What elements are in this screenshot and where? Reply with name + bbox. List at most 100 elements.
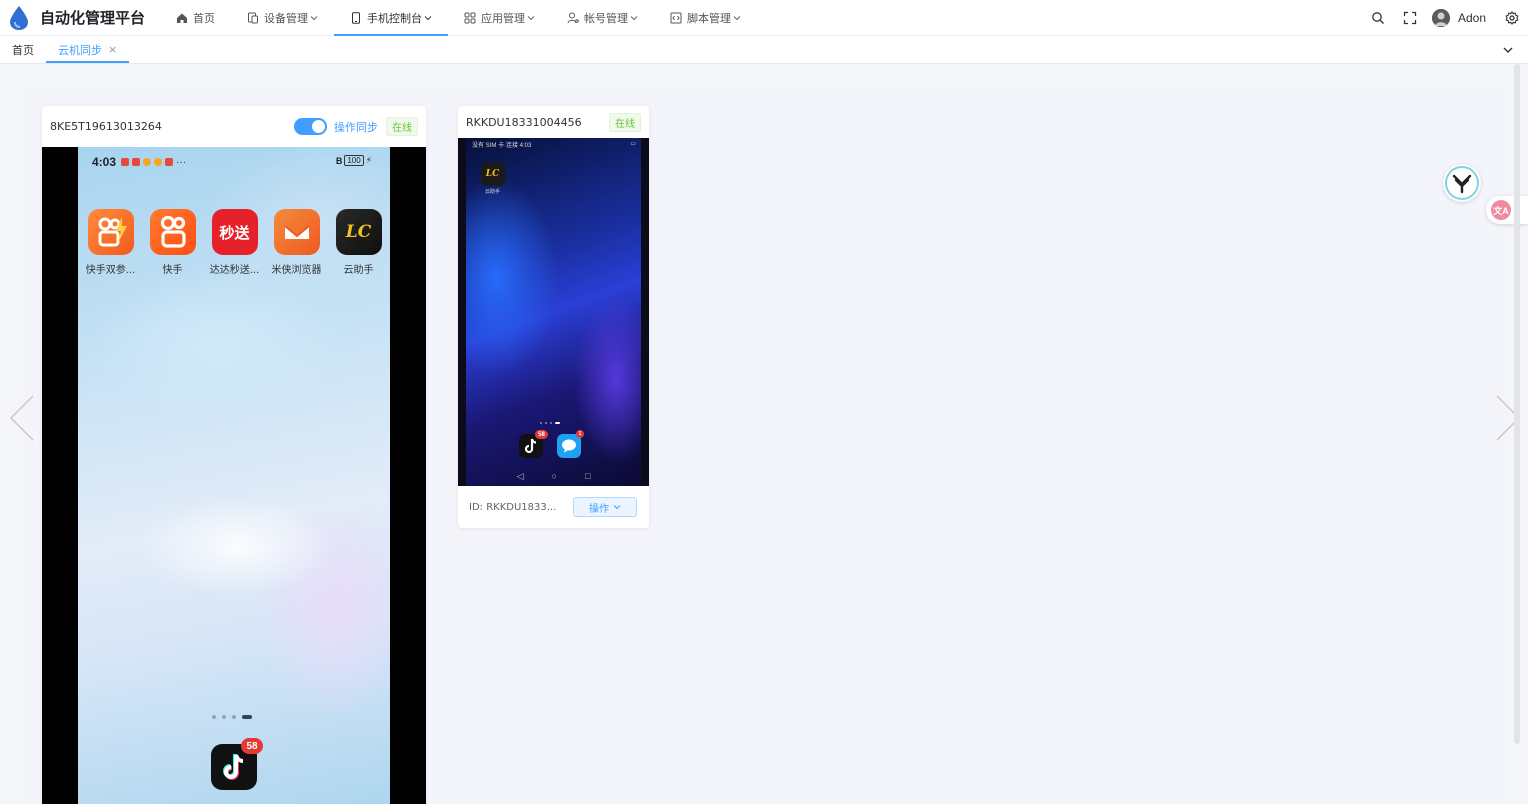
tabs-dropdown-chevron-icon[interactable] (1502, 44, 1514, 56)
fullscreen-icon[interactable] (1403, 11, 1417, 25)
dada-icon: 秒送 (211, 209, 258, 255)
search-icon[interactable] (1371, 11, 1385, 25)
device-card-header: 8KE5T19613013264 操作同步 在线 (42, 106, 426, 147)
dock-app-messages[interactable]: 1 (557, 430, 584, 458)
device-card-header: RKKDU18331004456 在线 (458, 106, 649, 138)
device-footer-id: ID: RKKDU1833... (469, 501, 557, 513)
nav-recents-icon[interactable]: □ (585, 471, 590, 481)
home-icon (176, 12, 188, 24)
user-icon (567, 12, 579, 24)
menu-device-management[interactable]: 设备管理 (231, 0, 334, 36)
phone-status-bar: 4:03 ··· B 100 ⚡ (92, 155, 372, 169)
app-label: 云助手 (484, 189, 500, 195)
app-logo[interactable]: 自动化管理平台 (0, 5, 160, 31)
menu-app-management-label: 应用管理 (481, 11, 525, 25)
grid-icon (464, 12, 476, 24)
battery-icon: ▭ (630, 141, 636, 147)
device-id: 8KE5T19613013264 (50, 120, 162, 133)
page-scrollbar[interactable] (1514, 64, 1520, 744)
carousel-prev-arrow-icon[interactable] (7, 394, 37, 442)
app-mixia-browser[interactable]: 米侠浏览器 (272, 209, 322, 276)
yunzhushou-icon: LC (480, 162, 505, 186)
top-navbar: 自动化管理平台 首页 设备管理 手机控制台 应用管理 帐号管理 脚本管理 Ado… (0, 0, 1528, 36)
chevron-down-icon (424, 14, 432, 22)
chevron-down-icon (613, 505, 621, 510)
close-icon[interactable]: × (108, 43, 117, 56)
notification-badge: 58 (535, 430, 548, 439)
phone-status-right: B 100 ⚡ (336, 155, 372, 166)
device-id: RKKDU18331004456 (466, 115, 582, 129)
script-icon (670, 12, 682, 24)
chevron-down-icon (310, 14, 318, 22)
username[interactable]: Adon (1458, 11, 1486, 25)
water-drop-logo-icon (10, 5, 28, 30)
home-page-indicator (540, 422, 560, 424)
main-menu: 首页 设备管理 手机控制台 应用管理 帐号管理 脚本管理 (160, 0, 757, 36)
dock-app-tiktok[interactable]: 58 (211, 738, 263, 790)
floating-assistant-icon[interactable] (1443, 164, 1481, 202)
app-kuaishou-dual[interactable]: 快手双参... (86, 209, 135, 276)
tab-cloud-sync[interactable]: 云机同步 × (46, 36, 130, 63)
tabs-bar: 首页 云机同步 × (0, 36, 1528, 64)
app-kuaishou[interactable]: 快手 (148, 209, 197, 276)
menu-app-management[interactable]: 应用管理 (448, 0, 551, 36)
kuaishou-dual-icon (87, 209, 134, 255)
nav-home-icon[interactable]: ○ (552, 471, 557, 481)
dock-app-tiktok[interactable]: 58 (519, 430, 548, 458)
yunzhushou-icon-text: LC (485, 169, 500, 179)
translate-icon: 文A (1491, 200, 1511, 220)
menu-account-management-label: 帐号管理 (584, 11, 628, 25)
status-badge: 在线 (386, 117, 418, 136)
phone-status-left: 没有 SIM 卡·连接 4:03 (472, 143, 532, 149)
operate-button-label: 操作 (589, 503, 609, 515)
operate-dropdown-button[interactable]: 操作 (573, 497, 637, 517)
device-card: 8KE5T19613013264 操作同步 在线 4:03 ··· B 100 … (42, 106, 426, 804)
app-label: 米侠浏览器 (271, 265, 322, 276)
menu-home[interactable]: 首页 (160, 0, 231, 36)
settings-gear-icon[interactable] (1505, 11, 1519, 25)
sync-toggle-switch[interactable] (294, 118, 327, 135)
notification-badge: 1 (576, 430, 584, 438)
app-label: 快手双参... (85, 265, 136, 276)
phone-screen[interactable]: 没有 SIM 卡·连接 4:03 ▭ LC 云助手 58 1 ◁ ○ □ (458, 138, 649, 486)
navbar-right-tools: Adon (1362, 0, 1528, 36)
device-icon (247, 12, 259, 24)
phone-nav-bar: ◁ ○ □ (466, 466, 641, 486)
avatar[interactable] (1431, 9, 1450, 27)
app-label: 达达秒送... (209, 265, 260, 276)
menu-phone-console-label: 手机控制台 (367, 11, 422, 25)
notification-icons: ··· (121, 157, 186, 168)
device-card: RKKDU18331004456 在线 没有 SIM 卡·连接 4:03 ▭ L… (458, 106, 649, 528)
nav-back-icon[interactable]: ◁ (517, 471, 524, 482)
app-dada[interactable]: 秒送 达达秒送... (210, 209, 259, 276)
phone-screen[interactable]: 4:03 ··· B 100 ⚡ 快手双参... 快手 秒送 达达秒送... 米… (42, 147, 426, 804)
device-card-header-actions: 在线 (609, 106, 641, 138)
tab-home-label: 首页 (12, 43, 34, 57)
tab-home[interactable]: 首页 (0, 36, 46, 63)
bluetooth-icon: B (335, 155, 343, 166)
translate-widget[interactable]: 文A (1486, 196, 1528, 224)
notification-badge: 58 (241, 738, 263, 754)
chevron-down-icon (733, 14, 741, 22)
status-more: ··· (176, 156, 187, 168)
app-label: 云助手 (343, 265, 374, 276)
home-app-row: 快手双参... 快手 秒送 达达秒送... 米侠浏览器 LC 云助手 (86, 209, 383, 276)
app-yunzhushou[interactable]: LC 云助手 (480, 162, 505, 195)
menu-home-label: 首页 (193, 11, 215, 25)
phone-status-bar: 没有 SIM 卡·连接 4:03 ▭ (472, 140, 636, 149)
menu-script-management[interactable]: 脚本管理 (654, 0, 757, 36)
sync-toggle-label: 操作同步 (334, 120, 378, 134)
status-badge: 在线 (609, 112, 641, 132)
phone-icon (350, 11, 362, 24)
menu-phone-console[interactable]: 手机控制台 (334, 0, 448, 36)
device-card-footer: ID: RKKDU1833... 操作 (458, 486, 649, 528)
yunzhushou-icon-text: LC (345, 222, 372, 242)
dada-icon-text: 秒送 (219, 223, 250, 242)
app-yunzhushou[interactable]: LC 云助手 (334, 209, 383, 276)
yunzhushou-icon: LC (335, 209, 382, 255)
kuaishou-icon (149, 209, 196, 255)
phone-time: 4:03 (92, 155, 117, 169)
menu-account-management[interactable]: 帐号管理 (551, 0, 654, 36)
home-page-indicator (212, 715, 252, 719)
chevron-down-icon (527, 14, 535, 22)
